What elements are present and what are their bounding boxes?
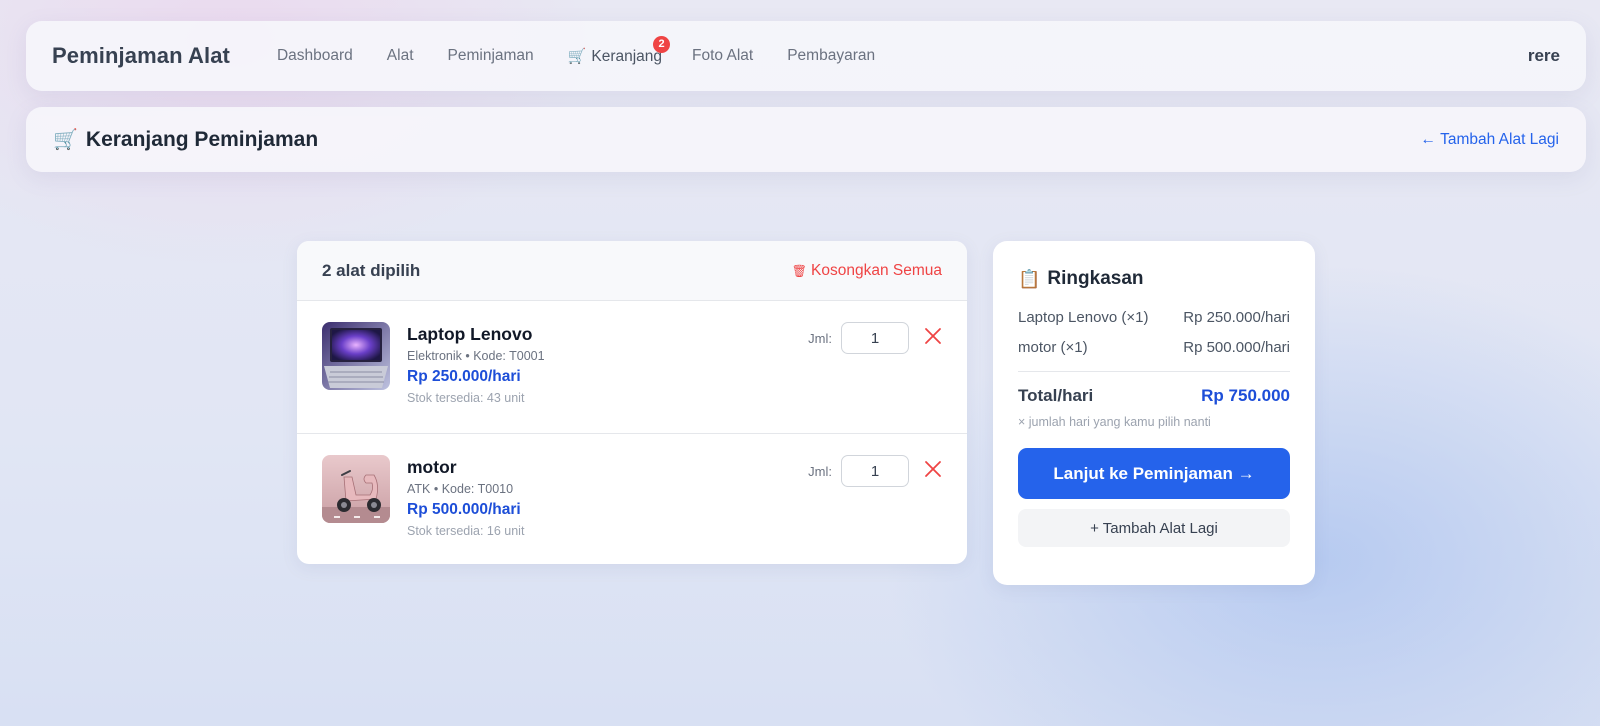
summary-rows: Laptop Lenovo (×1) Rp 250.000/hari motor… bbox=[1018, 307, 1290, 358]
nav-link-keranjang[interactable]: 🛒 Keranjang 2 bbox=[567, 35, 671, 66]
cart-header: 2 alat dipilih 🗑 Kosongkan Semua bbox=[297, 241, 967, 301]
nav-link-keranjang-label: Keranjang bbox=[591, 47, 663, 65]
scooter-thumbnail bbox=[322, 455, 390, 523]
add-more-tools-button[interactable]: + Tambah Alat Lagi bbox=[1018, 509, 1290, 547]
quantity-label: Jml: bbox=[808, 330, 832, 346]
summary-divider bbox=[1018, 371, 1290, 372]
cart-item-name: motor bbox=[407, 457, 457, 477]
remove-item-close-icon[interactable] bbox=[924, 327, 942, 345]
user-menu[interactable]: rere bbox=[1528, 46, 1560, 66]
brand-title[interactable]: Peminjaman Alat bbox=[52, 43, 230, 69]
cart-item-info: motor ATK • Kode: T0010 Rp 500.000/hari … bbox=[407, 455, 524, 538]
total-note: × jumlah hari yang kamu pilih nanti bbox=[1018, 415, 1211, 429]
trash-icon: 🗑 bbox=[791, 263, 808, 278]
cart-item-name: Laptop Lenovo bbox=[407, 324, 533, 344]
page-header: 🛒 Keranjang Peminjaman ← Tambah Alat Lag… bbox=[26, 107, 1586, 172]
continue-to-loan-button[interactable]: Lanjut ke Peminjaman → bbox=[1018, 448, 1290, 499]
summary-row-value: Rp 500.000/hari bbox=[1183, 339, 1290, 356]
shopping-cart-icon: 🛒 bbox=[53, 129, 78, 151]
cart-item: Laptop Lenovo Elektronik • Kode: T0001 R… bbox=[297, 301, 967, 433]
nav-links: Dashboard Alat Peminjaman 🛒 Keranjang 2 F… bbox=[277, 35, 909, 66]
nav-link-alat[interactable]: Alat bbox=[387, 47, 414, 65]
quantity-input[interactable] bbox=[841, 455, 909, 487]
summary-title-text: Ringkasan bbox=[1047, 268, 1144, 289]
nav-link-pembayaran[interactable]: Pembayaran bbox=[787, 47, 875, 65]
total-value: Rp 750.000 bbox=[1201, 386, 1290, 405]
cart-item-meta: ATK • Kode: T0010 bbox=[407, 482, 514, 496]
laptop-thumbnail bbox=[322, 322, 390, 390]
cart-item-info: Laptop Lenovo Elektronik • Kode: T0001 R… bbox=[407, 322, 545, 405]
summary-panel: 📋 Ringkasan Laptop Lenovo (×1) Rp 250.00… bbox=[993, 241, 1315, 585]
top-navbar: Peminjaman Alat Dashboard Alat Peminjama… bbox=[26, 21, 1586, 91]
page-title-text: Keranjang Peminjaman bbox=[85, 127, 319, 151]
nav-link-peminjaman[interactable]: Peminjaman bbox=[448, 47, 534, 65]
cart-panel: 2 alat dipilih 🗑 Kosongkan Semua Laptop … bbox=[297, 241, 967, 564]
cart-item-stock: Stok tersedia: 43 unit bbox=[407, 391, 525, 405]
add-more-tools-link[interactable]: ← Tambah Alat Lagi bbox=[1421, 131, 1559, 149]
quantity-control: Jml: bbox=[808, 322, 909, 354]
summary-row-value: Rp 250.000/hari bbox=[1183, 309, 1290, 326]
summary-row: Laptop Lenovo (×1) Rp 250.000/hari bbox=[1018, 307, 1290, 328]
cart-item-meta: Elektronik • Kode: T0001 bbox=[407, 349, 545, 363]
clear-cart-button[interactable]: 🗑 Kosongkan Semua bbox=[792, 262, 942, 280]
cart-item-price: Rp 250.000/hari bbox=[407, 368, 521, 385]
quantity-label: Jml: bbox=[808, 463, 832, 479]
cart-count-badge: 2 bbox=[653, 35, 671, 53]
cart-item: motor ATK • Kode: T0010 Rp 500.000/hari … bbox=[297, 433, 967, 564]
nav-link-dashboard[interactable]: Dashboard bbox=[277, 47, 353, 65]
scooter-photo bbox=[322, 455, 390, 523]
clipboard-icon: 📋 bbox=[1018, 268, 1041, 289]
summary-row-label: motor (×1) bbox=[1018, 339, 1088, 356]
shopping-cart-icon: 🛒 bbox=[567, 47, 587, 65]
quantity-input[interactable] bbox=[841, 322, 909, 354]
cart-item-stock: Stok tersedia: 16 unit bbox=[407, 524, 525, 538]
cart-item-price: Rp 500.000/hari bbox=[407, 501, 521, 518]
page-title: 🛒 Keranjang Peminjaman bbox=[53, 127, 318, 152]
nav-link-foto-alat[interactable]: Foto Alat bbox=[692, 47, 753, 65]
summary-row-label: Laptop Lenovo (×1) bbox=[1018, 309, 1149, 326]
laptop-photo bbox=[322, 322, 390, 390]
cart-item-count: 2 alat dipilih bbox=[322, 260, 421, 280]
quantity-control: Jml: bbox=[808, 455, 909, 487]
summary-total-row: Total/hari Rp 750.000 bbox=[1018, 386, 1290, 406]
summary-title: 📋 Ringkasan bbox=[1018, 268, 1290, 290]
clear-cart-label: Kosongkan Semua bbox=[811, 261, 942, 279]
total-label: Total/hari bbox=[1018, 386, 1094, 405]
remove-item-close-icon[interactable] bbox=[924, 460, 942, 478]
summary-row: motor (×1) Rp 500.000/hari bbox=[1018, 337, 1290, 358]
